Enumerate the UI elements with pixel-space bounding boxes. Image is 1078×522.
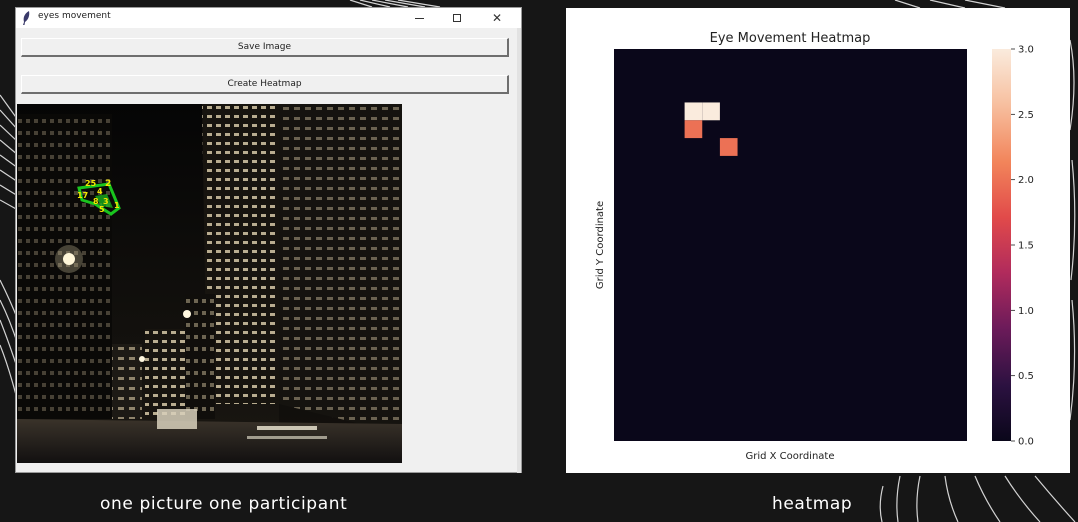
city-photo-canvas[interactable]: 2 25 4 17 8 3 5 1 [17,104,402,463]
x-axis-label: Grid X Coordinate [745,451,834,462]
heatmap-cell [719,138,738,156]
colorbar-tick-label: 2.5 [1018,110,1034,121]
gaze-label: 25 [85,179,97,188]
window-title: eyes movement [38,11,111,21]
colorbar-tick-label: 3.0 [1018,45,1034,56]
colorbar-tick-label: 2.0 [1018,175,1034,186]
colorbar-tick-label: 0.5 [1018,371,1034,382]
gaze-label: 1 [114,201,120,210]
save-image-button[interactable]: Save Image [21,38,509,57]
gaze-label: 5 [99,205,105,214]
close-button[interactable]: ✕ [478,8,516,28]
colorbar-tick-label: 1.0 [1018,306,1034,317]
chart-title: Eye Movement Heatmap [710,31,871,46]
colorbar-tick-label: 0.0 [1018,437,1034,448]
maximize-icon [453,14,461,22]
heatmap-figure: Eye Movement Heatmap Grid X Coordinate G… [566,8,1070,473]
heatmap-cell [684,102,703,121]
create-heatmap-button[interactable]: Create Heatmap [21,75,509,94]
heatmap-cell [702,102,720,121]
gaze-label: 2 [105,179,111,189]
caption-left: one picture one participant [100,494,348,514]
feather-icon [23,11,30,25]
gaze-label: 17 [77,191,88,200]
gaze-label: 4 [97,187,103,196]
maximize-button[interactable] [438,8,476,28]
colorbar [992,49,1011,441]
window-titlebar[interactable]: eyes movement ✕ [16,8,521,28]
minimize-button[interactable] [400,8,438,28]
app-window: eyes movement ✕ Save Image Create Heatma… [15,7,522,473]
heatmap-cell [684,120,703,139]
heatmap-area [614,49,967,441]
minimize-icon [414,17,424,19]
close-icon: ✕ [491,11,503,25]
colorbar-ticks: 0.0 0.5 1.0 1.5 2.0 2.5 3.0 [1011,45,1034,448]
colorbar-tick-label: 1.5 [1018,241,1034,252]
window-right-edge [517,28,521,473]
caption-right: heatmap [772,494,853,514]
y-axis-label: Grid Y Coordinate [595,201,606,289]
